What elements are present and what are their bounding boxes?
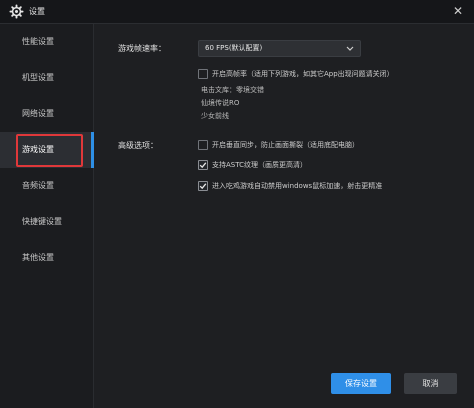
mouse-accel-checkbox[interactable] xyxy=(198,181,208,191)
settings-sidebar: 性能设置 机型设置 网络设置 游戏设置 音频设置 快捷键设置 其他设置 xyxy=(0,24,94,408)
fps-label: 游戏帧速率： xyxy=(118,44,166,53)
sidebar-item-shortcuts[interactable]: 快捷键设置 xyxy=(0,204,94,240)
sidebar-item-label: 快捷键设置 xyxy=(22,217,62,226)
sidebar-item-network[interactable]: 网络设置 xyxy=(0,96,94,132)
sidebar-item-audio[interactable]: 音频设置 xyxy=(0,168,94,204)
sidebar-item-label: 音频设置 xyxy=(22,181,54,190)
astc-label: 支持ASTC纹理（画质更高清） xyxy=(212,161,307,169)
check-icon xyxy=(199,162,207,169)
sidebar-item-device[interactable]: 机型设置 xyxy=(0,60,94,96)
window-title: 设置 xyxy=(29,7,45,16)
check-icon xyxy=(199,183,207,190)
astc-checkbox[interactable] xyxy=(198,160,208,170)
chevron-down-icon xyxy=(346,46,354,51)
save-settings-button[interactable]: 保存设置 xyxy=(331,373,391,394)
game-settings-panel: 游戏帧速率： 60 FPS(默认配置) 开启高帧率（适用下列游戏，如其它App出… xyxy=(95,24,474,408)
active-indicator xyxy=(91,132,94,168)
vsync-label: 开启垂直同步，防止画面撕裂（适用底配电脑） xyxy=(212,141,359,149)
mouse-accel-label: 进入吃鸡游戏自动禁用windows鼠标加速，射击更精准 xyxy=(212,182,383,190)
gear-icon xyxy=(9,4,24,19)
fps-selected-value: 60 FPS(默认配置) xyxy=(205,44,263,52)
close-icon[interactable]: ✕ xyxy=(450,3,466,19)
high-fps-checkbox[interactable] xyxy=(198,69,208,79)
cancel-button[interactable]: 取消 xyxy=(404,373,457,394)
sidebar-item-label: 其他设置 xyxy=(22,253,54,262)
highlight-box xyxy=(16,134,83,167)
high-fps-game: 少女前线 xyxy=(201,112,229,120)
high-fps-label: 开启高帧率（适用下列游戏，如其它App出现问题请关闭） xyxy=(212,70,394,78)
advanced-options-label: 高级选项： xyxy=(118,141,158,150)
sidebar-item-performance[interactable]: 性能设置 xyxy=(0,24,94,60)
sidebar-item-label: 机型设置 xyxy=(22,73,54,82)
vsync-checkbox[interactable] xyxy=(198,140,208,150)
high-fps-game: 电击文库：零境交错 xyxy=(201,86,264,94)
sidebar-item-label: 性能设置 xyxy=(22,37,54,46)
sidebar-item-label: 网络设置 xyxy=(22,109,54,118)
sidebar-item-other[interactable]: 其他设置 xyxy=(0,240,94,276)
fps-select[interactable]: 60 FPS(默认配置) xyxy=(198,40,361,57)
high-fps-game: 仙境传说RO xyxy=(201,99,240,107)
sidebar-item-game[interactable]: 游戏设置 xyxy=(0,132,94,168)
title-bar: 设置 ✕ xyxy=(0,0,474,24)
